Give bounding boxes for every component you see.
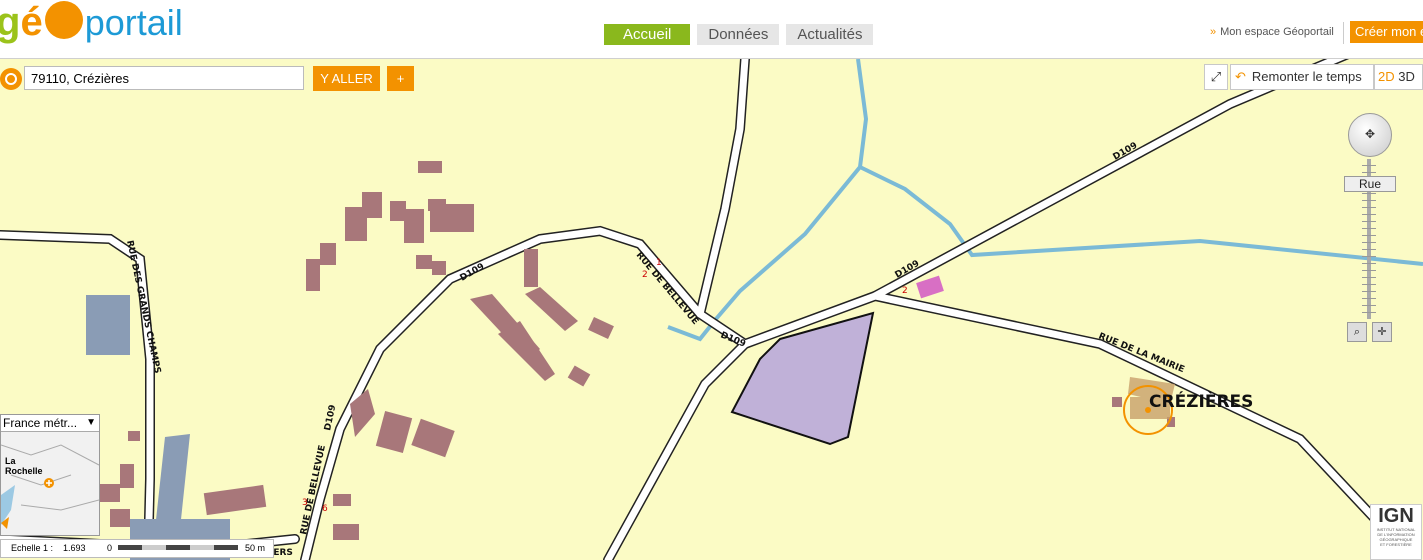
- search-input[interactable]: [24, 66, 304, 90]
- tab-actualites[interactable]: Actualités: [786, 24, 874, 45]
- mode-3d-button[interactable]: 3D: [1398, 69, 1415, 84]
- scale-value: 1.693: [63, 543, 86, 553]
- magnifier-icon: ⌕: [1353, 326, 1361, 338]
- territory-select[interactable]: France métr... ▼: [1, 415, 99, 432]
- overview-map[interactable]: France métr... ▼ La Rochelle: [0, 414, 100, 536]
- house-num-6: 6: [322, 504, 328, 514]
- tab-accueil[interactable]: Accueil: [604, 24, 691, 45]
- overview-city-label: La Rochelle: [5, 456, 43, 476]
- go-button[interactable]: Y ALLER: [313, 66, 380, 91]
- undo-arrow-icon: ↶: [1235, 69, 1246, 84]
- tab-donnees[interactable]: Données: [697, 24, 780, 45]
- ign-logo[interactable]: IGN INSTITUT NATIONAL DE L'INFORMATION G…: [1370, 504, 1422, 560]
- logo-text-g: g: [0, 0, 21, 44]
- pan-control[interactable]: ✥: [1348, 113, 1392, 157]
- ign-line-4: ET FORESTIÈRE: [1380, 542, 1412, 547]
- scale-track: [118, 545, 238, 550]
- fullscreen-button[interactable]: ⤢: [1204, 64, 1228, 90]
- dropdown-arrow-icon: ▼: [86, 417, 96, 428]
- fullscreen-icon: ⤢: [1210, 69, 1222, 84]
- house-num-1: 1: [656, 258, 662, 268]
- water-stream-1: [667, 59, 869, 342]
- center-map-button[interactable]: ✛: [1372, 322, 1392, 342]
- scale-label: Echelle 1 :: [11, 543, 54, 553]
- map-canvas[interactable]: D109 D109 D109 D109 D109 RUE DE BELLEVUE…: [0, 59, 1423, 560]
- map-drawing: D109 D109 D109 D109 D109 RUE DE BELLEVUE…: [0, 59, 1423, 560]
- street-labels: D109 D109 D109 D109 D109 RUE DE BELLEVUE…: [124, 141, 1186, 558]
- ign-logo-text: IGN: [1378, 505, 1414, 527]
- crosshair-icon: ✛: [1377, 326, 1387, 338]
- overview-city-line-2: Rochelle: [5, 466, 43, 476]
- view-mode-toggle: 2D 3D: [1374, 64, 1423, 90]
- main-tabs: Accueil Données Actualités: [604, 24, 874, 45]
- remonter-temps-label: Remonter le temps: [1251, 69, 1362, 84]
- chevron-right-icon: »: [1210, 26, 1217, 38]
- header-divider: [1343, 22, 1344, 44]
- logo-text-portail: portail: [84, 2, 183, 43]
- mode-2d-button[interactable]: 2D: [1378, 69, 1395, 84]
- locate-icon[interactable]: [0, 68, 22, 90]
- parcel-polygon[interactable]: [730, 311, 875, 446]
- scale-zero: 0: [107, 543, 113, 553]
- pan-arrows-icon: ✥: [1364, 127, 1376, 141]
- water-stream-2: [859, 165, 1423, 266]
- mon-espace-label: Mon espace Géoportail: [1220, 26, 1334, 38]
- zoom-box-button[interactable]: ⌕: [1347, 322, 1367, 342]
- remonter-temps-button[interactable]: ↶ Remonter le temps: [1230, 64, 1374, 90]
- overview-city-line-1: La: [5, 456, 16, 466]
- geoportail-logo[interactable]: gé portail: [0, 0, 183, 50]
- house-num-3: 3: [302, 498, 308, 508]
- blue-buildings: [86, 295, 230, 560]
- mon-espace-link[interactable]: » Mon espace Géoportail: [1210, 26, 1334, 38]
- creer-compte-button[interactable]: Créer mon e: [1350, 21, 1423, 43]
- magenta-building: [916, 275, 944, 299]
- more-options-button[interactable]: +: [387, 66, 414, 91]
- label-rue-bellevue-a: RUE DE BELLEVUE: [634, 251, 700, 327]
- scale-max: 50 m: [245, 543, 266, 553]
- logo-text-e: é: [20, 0, 43, 44]
- logo-circle-icon: [44, 1, 83, 39]
- header: gé portail Accueil Données Actualités » Mo…: [0, 0, 1423, 59]
- zoom-level-label[interactable]: Rue: [1344, 176, 1396, 192]
- house-num-2b: 2: [902, 286, 908, 296]
- territory-select-value: France métr...: [3, 416, 78, 430]
- label-village: CRÉZIÈRES: [1149, 390, 1253, 412]
- house-num-2a: 2: [642, 270, 648, 280]
- scale-bar: Echelle 1 : 1.693 0 50 m: [0, 539, 274, 558]
